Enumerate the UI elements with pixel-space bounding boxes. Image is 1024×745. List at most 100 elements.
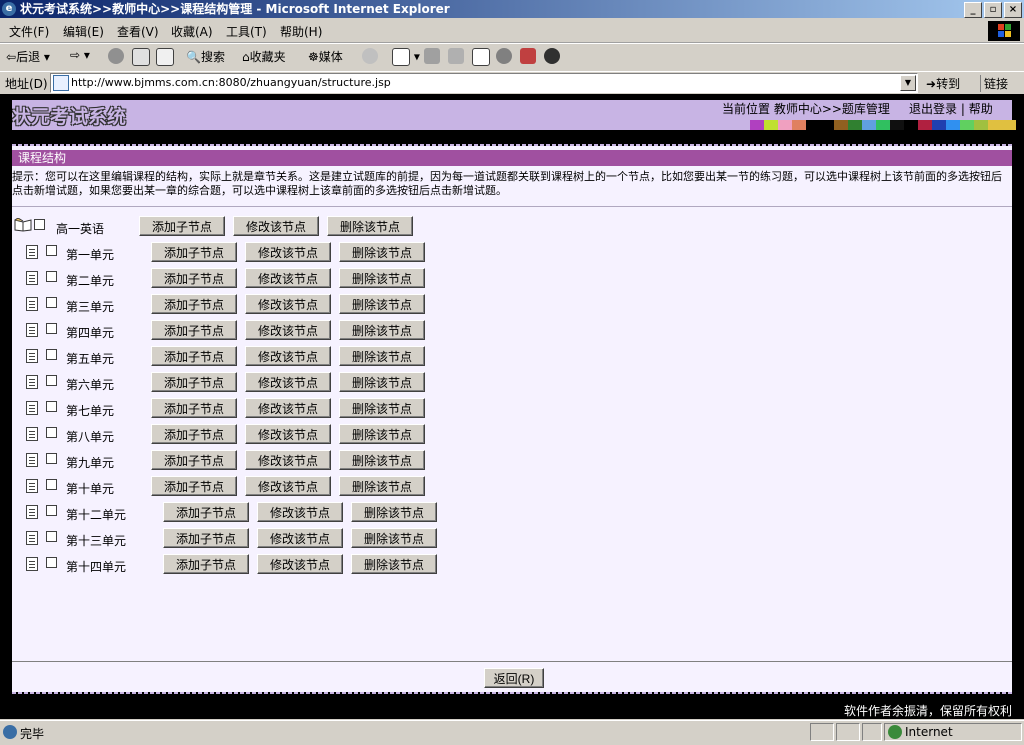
page-done-icon xyxy=(3,725,17,739)
search-button[interactable]: 🔍搜索 xyxy=(186,48,225,65)
delete-node-button[interactable]: 删除该节点 xyxy=(351,528,437,548)
color-swatch xyxy=(932,120,946,130)
delete-node-button[interactable]: 删除该节点 xyxy=(339,320,425,340)
edit-node-button[interactable]: 修改该节点 xyxy=(245,346,331,366)
add-child-button[interactable]: 添加子节点 xyxy=(151,372,237,392)
window-title-bar: e 状元考试系统>>教师中心>>课程结构管理 - Microsoft Inter… xyxy=(0,0,1024,18)
root-checkbox[interactable] xyxy=(34,219,45,230)
edit-node-button[interactable]: 修改该节点 xyxy=(245,372,331,392)
node-checkbox[interactable] xyxy=(46,297,57,308)
edit-node-button[interactable]: 修改该节点 xyxy=(233,216,319,236)
delete-node-button[interactable]: 删除该节点 xyxy=(339,424,425,444)
print-icon xyxy=(424,48,440,64)
add-child-button[interactable]: 添加子节点 xyxy=(163,554,249,574)
node-checkbox[interactable] xyxy=(46,375,57,386)
add-child-button[interactable]: 添加子节点 xyxy=(151,398,237,418)
favorites-button[interactable]: ⌂收藏夹 xyxy=(242,48,286,65)
node-checkbox[interactable] xyxy=(46,557,57,568)
back-return-button[interactable]: 返回(R) xyxy=(484,668,544,688)
add-child-button[interactable]: 添加子节点 xyxy=(151,424,237,444)
print-button[interactable] xyxy=(424,48,440,64)
edit-node-button[interactable]: 修改该节点 xyxy=(257,528,343,548)
delete-node-button[interactable]: 删除该节点 xyxy=(339,450,425,470)
page-viewport: 状元考试系统 当前位置 教师中心>>题库管理 退出登录 | 帮助 课程结构 提示… xyxy=(0,94,1024,719)
edit-node-button[interactable]: 修改该节点 xyxy=(245,476,331,496)
research-button[interactable] xyxy=(496,48,512,64)
node-checkbox[interactable] xyxy=(46,349,57,360)
add-child-button[interactable]: 添加子节点 xyxy=(139,216,225,236)
add-child-button[interactable]: 添加子节点 xyxy=(151,450,237,470)
add-child-button[interactable]: 添加子节点 xyxy=(151,294,237,314)
tree-node-row: 第二单元 添加子节点 修改该节点 删除该节点 xyxy=(26,268,466,290)
delete-node-button[interactable]: 删除该节点 xyxy=(339,268,425,288)
delete-node-button[interactable]: 删除该节点 xyxy=(351,554,437,574)
back-arrow-icon: ⇦ xyxy=(6,50,17,64)
node-checkbox[interactable] xyxy=(46,245,57,256)
node-checkbox[interactable] xyxy=(46,401,57,412)
messenger-button[interactable] xyxy=(520,48,536,64)
add-child-button[interactable]: 添加子节点 xyxy=(163,502,249,522)
discuss-button[interactable] xyxy=(472,48,490,66)
add-child-button[interactable]: 添加子节点 xyxy=(151,242,237,262)
edit-page-button[interactable] xyxy=(448,48,464,64)
node-label: 第五单元 xyxy=(66,352,115,366)
links-button[interactable]: 链接 xyxy=(980,75,1008,92)
add-child-button[interactable]: 添加子节点 xyxy=(151,476,237,496)
add-child-button[interactable]: 添加子节点 xyxy=(151,346,237,366)
edit-node-button[interactable]: 修改该节点 xyxy=(245,268,331,288)
menu-view[interactable]: 查看(V) xyxy=(117,23,159,40)
edit-node-button[interactable]: 修改该节点 xyxy=(257,554,343,574)
document-icon xyxy=(26,323,38,337)
node-checkbox[interactable] xyxy=(46,427,57,438)
internet-globe-icon xyxy=(888,725,902,739)
delete-node-button[interactable]: 删除该节点 xyxy=(339,294,425,314)
delete-node-button[interactable]: 删除该节点 xyxy=(327,216,413,236)
help-link[interactable]: 帮助 xyxy=(969,102,993,116)
qq-button[interactable] xyxy=(544,48,560,64)
menu-tools[interactable]: 工具(T) xyxy=(226,23,267,40)
color-swatch xyxy=(904,120,918,130)
menu-edit[interactable]: 编辑(E) xyxy=(63,23,104,40)
delete-node-button[interactable]: 删除该节点 xyxy=(339,398,425,418)
address-dropdown-icon[interactable]: ▼ xyxy=(900,75,916,91)
address-input[interactable]: http://www.bjmms.com.cn:8080/zhuangyuan/… xyxy=(50,73,918,93)
delete-node-button[interactable]: 删除该节点 xyxy=(339,372,425,392)
refresh-button[interactable] xyxy=(132,48,150,66)
delete-node-button[interactable]: 删除该节点 xyxy=(339,242,425,262)
edit-node-button[interactable]: 修改该节点 xyxy=(257,502,343,522)
logout-link[interactable]: 退出登录 xyxy=(909,102,957,116)
node-checkbox[interactable] xyxy=(46,323,57,334)
node-checkbox[interactable] xyxy=(46,453,57,464)
node-checkbox[interactable] xyxy=(46,271,57,282)
mail-button[interactable]: ▾ xyxy=(392,48,420,66)
menu-file[interactable]: 文件(F) xyxy=(9,23,49,40)
delete-node-button[interactable]: 删除该节点 xyxy=(339,346,425,366)
delete-node-button[interactable]: 删除该节点 xyxy=(351,502,437,522)
node-checkbox[interactable] xyxy=(46,505,57,516)
back-button[interactable]: ⇦后退 ▾ xyxy=(6,48,50,65)
add-child-button[interactable]: 添加子节点 xyxy=(163,528,249,548)
forward-button[interactable]: ⇨ ▾ xyxy=(70,48,90,62)
add-child-button[interactable]: 添加子节点 xyxy=(151,320,237,340)
edit-node-button[interactable]: 修改该节点 xyxy=(245,242,331,262)
media-button[interactable]: ☸媒体 xyxy=(308,48,343,65)
edit-node-button[interactable]: 修改该节点 xyxy=(245,398,331,418)
edit-node-button[interactable]: 修改该节点 xyxy=(245,320,331,340)
node-checkbox[interactable] xyxy=(46,479,57,490)
edit-node-button[interactable]: 修改该节点 xyxy=(245,450,331,470)
home-button[interactable] xyxy=(156,48,174,66)
window-title: 状元考试系统>>教师中心>>课程结构管理 - Microsoft Interne… xyxy=(20,2,450,16)
edit-node-button[interactable]: 修改该节点 xyxy=(245,424,331,444)
add-child-button[interactable]: 添加子节点 xyxy=(151,268,237,288)
delete-node-button[interactable]: 删除该节点 xyxy=(339,476,425,496)
stop-button[interactable] xyxy=(108,48,124,64)
maximize-button[interactable]: ▫ xyxy=(984,2,1002,18)
menu-favorites[interactable]: 收藏(A) xyxy=(171,23,213,40)
go-button[interactable]: ➜转到 xyxy=(926,75,960,92)
menu-help[interactable]: 帮助(H) xyxy=(280,23,322,40)
minimize-button[interactable]: _ xyxy=(964,2,982,18)
history-button[interactable] xyxy=(362,48,378,64)
close-button[interactable]: × xyxy=(1004,2,1022,18)
node-checkbox[interactable] xyxy=(46,531,57,542)
edit-node-button[interactable]: 修改该节点 xyxy=(245,294,331,314)
